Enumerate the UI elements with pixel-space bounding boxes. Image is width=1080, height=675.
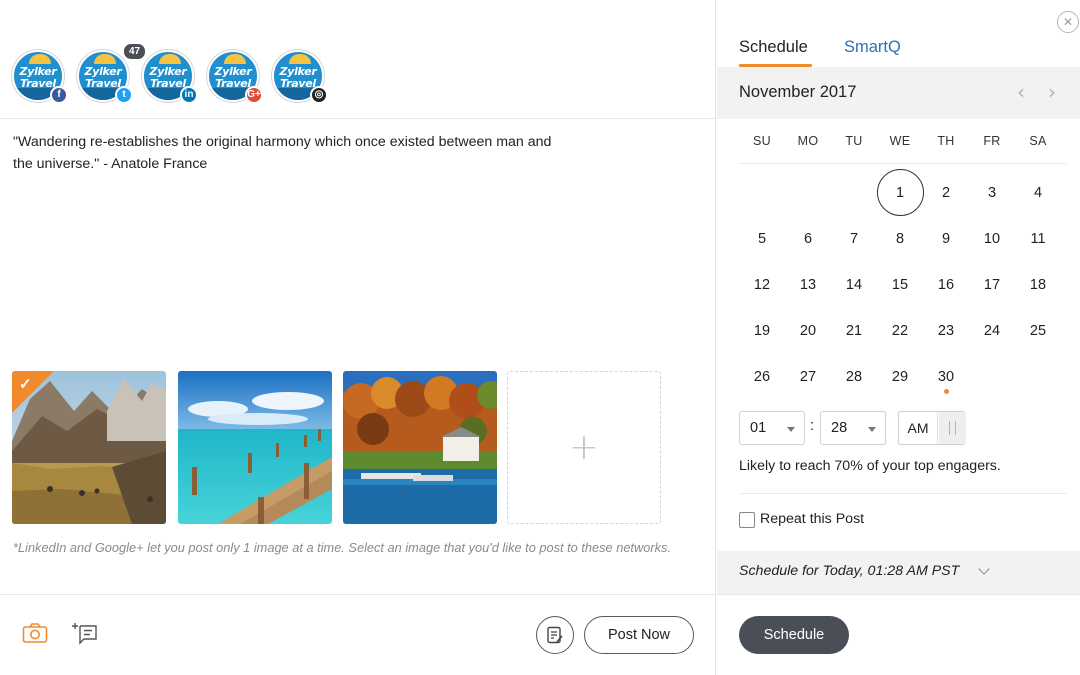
tab-smartq[interactable]: SmartQ: [844, 38, 901, 57]
calendar-day[interactable]: 6: [788, 228, 828, 250]
calendar-day[interactable]: 2: [926, 182, 966, 204]
hour-value: 01: [750, 420, 767, 436]
schedule-summary: Schedule for Today, 01:28 AM PST: [739, 563, 960, 579]
drafts-button[interactable]: [536, 616, 574, 654]
divider: [0, 594, 716, 595]
repeat-label[interactable]: Repeat this Post: [760, 511, 864, 527]
calendar-day[interactable]: 7: [834, 228, 874, 250]
calendar-day[interactable]: 20: [788, 320, 828, 342]
repeat-checkbox[interactable]: [739, 512, 755, 528]
divider: [717, 594, 1080, 595]
calendar-day[interactable]: 5: [742, 228, 782, 250]
calendar-day[interactable]: 26: [742, 366, 782, 388]
image-limit-note: *LinkedIn and Google+ let you post only …: [13, 540, 671, 555]
post-now-button[interactable]: Post Now: [584, 616, 694, 654]
am-option[interactable]: AM: [899, 412, 938, 444]
divider: [739, 163, 1067, 164]
calendar-day[interactable]: 10: [972, 228, 1012, 250]
schedule-pane: ✕ Schedule SmartQ November 2017 ‹ › SU MO…: [717, 0, 1080, 675]
toggle-handle[interactable]: [939, 412, 966, 444]
minute-value: 28: [831, 420, 848, 436]
weekday-label: SU: [753, 134, 771, 148]
sun-icon: [159, 54, 181, 64]
month-header: November 2017 ‹ ›: [717, 67, 1080, 119]
calendar-day[interactable]: 17: [972, 274, 1012, 296]
sun-icon: [94, 54, 116, 64]
lake-house-autumn-image[interactable]: [343, 371, 497, 524]
schedule-button[interactable]: Schedule: [739, 616, 849, 654]
weekday-label: MO: [797, 134, 819, 148]
calendar-day[interactable]: 30: [926, 366, 966, 388]
calendar-day[interactable]: 23: [926, 320, 966, 342]
weekday-label: SA: [1029, 134, 1047, 148]
composer-pane: Zylker Travel f Zylker Travel t 47 Zylker Travel…: [0, 0, 716, 675]
instagram-icon: ◎: [310, 86, 328, 104]
calendar-day[interactable]: 25: [1018, 320, 1058, 342]
pier-ocean-picture: [178, 371, 332, 524]
checkmark-icon: ✓: [19, 376, 32, 393]
lake-house-picture: [343, 371, 497, 524]
time-separator: :: [810, 418, 815, 434]
tab-schedule[interactable]: Schedule: [739, 38, 808, 57]
today-indicator: [877, 169, 924, 216]
meridiem-toggle[interactable]: AM: [898, 411, 966, 445]
sun-icon: [289, 54, 311, 64]
calendar-day[interactable]: 4: [1018, 182, 1058, 204]
chevron-down-icon: [978, 563, 990, 575]
calendar-day[interactable]: 28: [834, 366, 874, 388]
divider: [739, 493, 1067, 494]
calendar-day[interactable]: 13: [788, 274, 828, 296]
camera-icon[interactable]: [22, 622, 48, 644]
chevron-left-icon[interactable]: ‹: [1017, 80, 1037, 104]
add-image-button[interactable]: +: [507, 371, 661, 524]
chevron-right-icon[interactable]: ›: [1048, 80, 1068, 104]
calendar-day[interactable]: 16: [926, 274, 966, 296]
month-title: November 2017: [739, 83, 857, 101]
pier-ocean-image[interactable]: [178, 371, 332, 524]
hour-select[interactable]: 01: [739, 411, 805, 445]
weekday-label: TU: [845, 134, 863, 148]
divider: [0, 118, 716, 119]
weekday-label: FR: [983, 134, 1001, 148]
calendar-day[interactable]: 29: [880, 366, 920, 388]
calendar-day[interactable]: 21: [834, 320, 874, 342]
facebook-icon: f: [50, 86, 68, 104]
calendar-day[interactable]: 14: [834, 274, 874, 296]
chevron-down-icon: [868, 427, 876, 432]
calendar-day[interactable]: 18: [1018, 274, 1058, 296]
calendar-day[interactable]: 22: [880, 320, 920, 342]
calendar-day[interactable]: 19: [742, 320, 782, 342]
calendar-day[interactable]: 11: [1018, 228, 1058, 250]
sun-icon: [29, 54, 51, 64]
calendar-day[interactable]: 3: [972, 182, 1012, 204]
calendar-day[interactable]: 8: [880, 228, 920, 250]
minute-select[interactable]: 28: [820, 411, 886, 445]
chevron-down-icon: [787, 427, 795, 432]
count-badge: 47: [122, 42, 148, 61]
calendar-day[interactable]: 12: [742, 274, 782, 296]
twitter-icon: t: [115, 86, 133, 104]
calendar-day[interactable]: 15: [880, 274, 920, 296]
suggested-day-dot: [944, 389, 949, 394]
close-icon[interactable]: ✕: [1057, 11, 1079, 33]
calendar-day[interactable]: 27: [788, 366, 828, 388]
linkedin-icon: in: [180, 86, 198, 104]
mountain-valley-image[interactable]: ✓: [12, 371, 166, 524]
schedule-summary-dropdown[interactable]: Schedule for Today, 01:28 AM PST: [717, 551, 1080, 594]
weekday-label: TH: [937, 134, 955, 148]
calendar-day[interactable]: 9: [926, 228, 966, 250]
reach-estimate: Likely to reach 70% of your top engagers…: [739, 458, 1001, 474]
google-plus-icon: G+: [245, 86, 263, 104]
add-note-icon[interactable]: [72, 621, 98, 645]
draft-icon: [547, 626, 563, 644]
weekday-label: WE: [889, 134, 911, 148]
sun-icon: [224, 54, 246, 64]
calendar-day[interactable]: 24: [972, 320, 1012, 342]
post-text-area[interactable]: "Wandering re-establishes the original h…: [13, 131, 553, 175]
